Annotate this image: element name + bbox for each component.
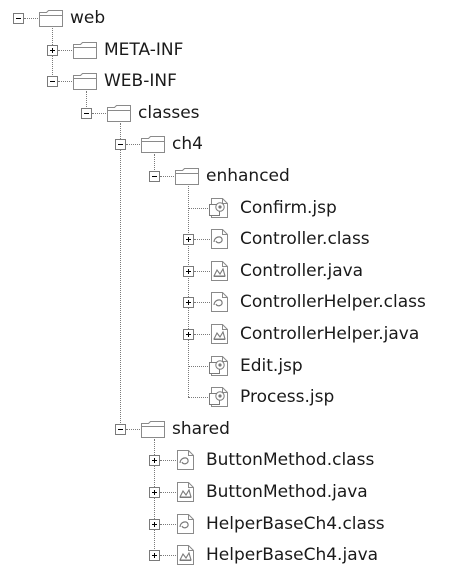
tree-connector-horizontal <box>188 397 210 399</box>
expand-toggle-icon[interactable] <box>149 550 160 562</box>
tree-node-label: ButtonMethod.class <box>206 450 375 471</box>
expand-toggle-icon[interactable] <box>183 297 194 309</box>
tree-node-label: META-INF <box>104 39 184 60</box>
collapse-toggle-icon[interactable] <box>47 76 58 88</box>
expand-toggle-icon[interactable] <box>149 455 160 467</box>
tree-connector-horizontal <box>188 365 210 367</box>
tree-node-ch4[interactable]: ch4 <box>0 128 455 160</box>
collapse-toggle-icon[interactable] <box>149 171 160 182</box>
collapse-toggle-icon[interactable] <box>13 13 24 24</box>
tree-node-label: WEB-INF <box>104 71 177 92</box>
class-file-icon <box>208 291 230 318</box>
jsp-file-icon <box>208 386 230 413</box>
collapse-toggle-icon[interactable] <box>115 423 126 435</box>
tree-node-enhanced[interactable]: enhanced <box>0 160 455 192</box>
tree-node-label: ButtonMethod.java <box>206 482 368 502</box>
tree-node-meta-inf[interactable]: META-INF <box>0 34 455 66</box>
folder-icon <box>140 134 166 159</box>
tree-node-label: ControllerHelper.java <box>240 324 420 344</box>
tree-node-helperbasech4-class[interactable]: HelperBaseCh4.class <box>0 508 455 540</box>
tree-node-label: Process.jsp <box>240 387 335 408</box>
tree-node-label: Confirm.jsp <box>240 197 337 218</box>
tree-node-label: ch4 <box>172 134 203 155</box>
tree-node-shared[interactable]: shared <box>0 413 455 445</box>
expand-toggle-icon[interactable] <box>183 329 194 340</box>
tree-node-controller-class[interactable]: Controller.class <box>0 223 455 255</box>
expand-toggle-icon[interactable] <box>183 265 194 277</box>
tree-node-label: web <box>70 8 106 28</box>
tree-node-controllerhelper-java[interactable]: ControllerHelper.java <box>0 318 455 350</box>
tree-node-classes[interactable]: classes <box>0 97 455 129</box>
java-file-icon <box>174 481 196 508</box>
class-file-icon <box>174 513 196 540</box>
tree-node-helperbasech4-java[interactable]: HelperBaseCh4.java <box>0 539 455 571</box>
java-file-icon <box>208 323 230 350</box>
tree-node-label: ControllerHelper.class <box>240 292 426 313</box>
java-file-icon <box>174 544 196 571</box>
folder-icon <box>38 8 64 33</box>
folder-icon <box>140 419 166 444</box>
jsp-file-icon <box>208 355 230 382</box>
tree-node-edit-jsp[interactable]: Edit.jsp <box>0 350 455 382</box>
file-tree: web META-INF WEB-INF classes ch4 enhance… <box>0 0 455 585</box>
tree-node-confirm-jsp[interactable]: Confirm.jsp <box>0 192 455 224</box>
tree-node-label: Controller.class <box>240 229 370 250</box>
expand-toggle-icon[interactable] <box>149 518 160 530</box>
tree-node-label: HelperBaseCh4.java <box>206 545 379 566</box>
expand-toggle-icon[interactable] <box>183 234 194 246</box>
class-file-icon <box>174 449 196 476</box>
java-file-icon <box>208 260 230 287</box>
jsp-file-icon <box>208 197 230 224</box>
collapse-toggle-icon[interactable] <box>81 107 92 119</box>
expand-toggle-icon[interactable] <box>149 487 160 498</box>
class-file-icon <box>208 228 230 255</box>
tree-node-web[interactable]: web <box>0 2 455 34</box>
tree-node-label: enhanced <box>206 166 290 186</box>
folder-icon <box>174 166 200 191</box>
tree-node-label: HelperBaseCh4.class <box>206 513 385 534</box>
tree-node-process-jsp[interactable]: Process.jsp <box>0 381 455 413</box>
tree-node-buttonmethod-class[interactable]: ButtonMethod.class <box>0 444 455 476</box>
expand-toggle-icon[interactable] <box>47 44 58 56</box>
tree-node-controller-java[interactable]: Controller.java <box>0 255 455 287</box>
tree-node-label: shared <box>172 418 230 439</box>
collapse-toggle-icon[interactable] <box>115 139 126 151</box>
tree-node-web-inf[interactable]: WEB-INF <box>0 65 455 97</box>
folder-icon <box>72 71 98 96</box>
tree-connector-horizontal <box>188 207 210 209</box>
tree-node-label: Controller.java <box>240 260 364 281</box>
tree-node-label: Edit.jsp <box>240 355 303 376</box>
tree-node-buttonmethod-java[interactable]: ButtonMethod.java <box>0 476 455 508</box>
tree-node-controllerhelper-class[interactable]: ControllerHelper.class <box>0 286 455 318</box>
folder-icon <box>106 103 132 128</box>
folder-icon <box>72 40 98 65</box>
tree-node-label: classes <box>138 102 200 123</box>
